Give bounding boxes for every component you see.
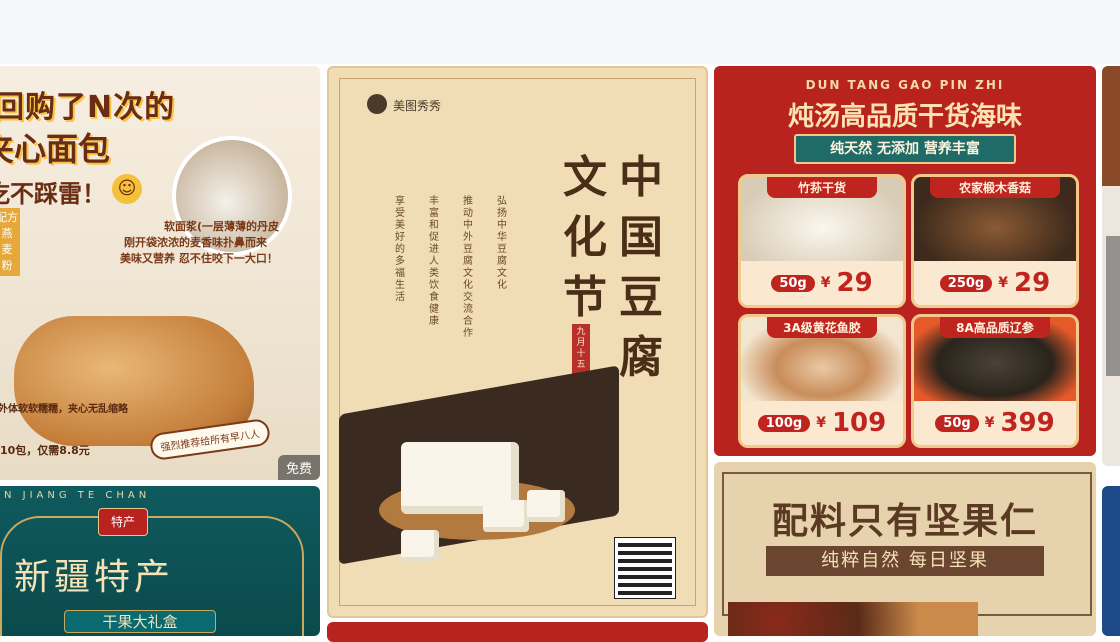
product-name: 8A高品质辽参 [940, 317, 1050, 338]
xinjiang-title: 新疆特产 [14, 557, 175, 598]
tofu-title-col2: 文化节 [563, 152, 607, 323]
side-tag: 配方 燕 麦 粉 [0, 208, 20, 276]
bread-title-line2: 夹心面包 [0, 130, 111, 168]
bread-desc-2: 刚开袋浓浓的麦香味扑鼻而来 [124, 236, 267, 249]
partial-image-lower [1106, 236, 1120, 376]
tofu-seal: 九月十五 [572, 324, 590, 374]
tofu-text-col-c: 丰富和促进人类饮食健康 [429, 196, 439, 327]
price-row: 50g ¥ 399 [914, 401, 1076, 445]
product-card-bamboo-fungus[interactable]: 竹荪干货 50g ¥ 29 [738, 174, 906, 308]
bread-bottom-2: 10包，仅需8.8元 [0, 444, 90, 457]
template-card-tofu[interactable]: 美图秀秀 中国豆腐 文化节 九月十五 弘扬中华豆腐文化 推动中外豆腐文化交流合作… [327, 66, 708, 618]
soup-title: 炖汤高品质干货海味 [787, 102, 1022, 132]
product-card-sea-cucumber[interactable]: 8A高品质辽参 50g ¥ 399 [911, 314, 1079, 448]
top-toolbar [0, 0, 1120, 64]
bread-title-line1: 回购了N次的 [0, 90, 176, 125]
partial-image [1102, 66, 1120, 186]
tofu-text-col-d: 享受美好的多福生活 [395, 196, 405, 303]
meitu-logo-text: 美图秀秀 [393, 99, 442, 113]
emoji-icon: ☺ [112, 174, 142, 204]
xinjiang-badge: 特产 [98, 508, 148, 536]
tofu-text-col-a: 弘扬中华豆腐文化 [497, 196, 507, 291]
soup-pinyin: DUN TANG GAO PIN ZHI [805, 78, 1005, 92]
tofu-title-col1: 中国豆腐 [619, 152, 663, 383]
product-name: 农家椴木香菇 [930, 177, 1060, 198]
product-card-shiitake[interactable]: 农家椴木香菇 250g ¥ 29 [911, 174, 1079, 308]
side-tag-label-2: 燕 [1, 227, 13, 240]
product-name: 3A级黄花鱼胶 [767, 317, 877, 338]
yen-sign: ¥ [998, 275, 1008, 291]
product-price: 109 [831, 408, 887, 438]
product-card-fish-maw[interactable]: 3A级黄花鱼胶 100g ¥ 109 [738, 314, 906, 448]
product-name: 竹荪干货 [767, 177, 877, 198]
product-price: 29 [836, 268, 873, 298]
price-row: 50g ¥ 29 [741, 261, 903, 305]
template-card-xinjiang[interactable]: N JIANG TE CHAN 特产 新疆特产 干果大礼盒 [0, 486, 320, 636]
template-card-soup[interactable]: DUN TANG GAO PIN ZHI 炖汤高品质干货海味 纯天然 无添加 营… [714, 66, 1096, 456]
price-row: 250g ¥ 29 [914, 261, 1076, 305]
bread-subtitle: 吃不踩雷！ [0, 180, 106, 208]
product-price: 399 [1000, 408, 1055, 438]
nuts-photo [728, 602, 978, 636]
yen-sign: ¥ [984, 415, 995, 431]
side-tag-label-1: 配方 [0, 211, 18, 224]
free-badge: 免费 [277, 455, 320, 480]
tofu-cube-2 [527, 490, 565, 522]
template-card-bread[interactable]: 回购了N次的 夹心面包 吃不踩雷！ ☺ 配方 燕 麦 粉 软面浆(一层薄薄的丹皮… [0, 66, 320, 480]
template-card-partial-right-2[interactable] [1102, 486, 1120, 636]
side-tag-label-4: 粉 [1, 259, 13, 272]
product-weight: 50g [935, 414, 979, 432]
product-weight: 250g [939, 274, 993, 292]
template-card-red-strip[interactable] [327, 622, 708, 642]
nuts-sub: 纯粹自然 每日坚果 [766, 546, 1044, 576]
soup-ribbon: 纯天然 无添加 营养丰富 [794, 134, 1016, 164]
yen-sign: ¥ [820, 275, 831, 291]
template-card-nuts[interactable]: 配料只有坚果仁 纯粹自然 每日坚果 [714, 462, 1096, 636]
bread-desc-1: 软面浆(一层薄薄的丹皮 [164, 220, 280, 233]
price-row: 100g ¥ 109 [741, 401, 903, 445]
qr-code-icon [614, 537, 676, 599]
template-card-partial-right[interactable] [1102, 66, 1120, 466]
product-weight: 100g [757, 414, 811, 432]
tofu-text-col-b: 推动中外豆腐文化交流合作 [463, 196, 473, 339]
bread-bottom-1: 外体软软糯糯，夹心无乱缩略 [0, 404, 128, 415]
yen-sign: ¥ [816, 415, 826, 431]
nuts-title: 配料只有坚果仁 [771, 500, 1038, 542]
tofu-cube-3 [401, 530, 439, 562]
meitu-logo-icon [367, 94, 387, 114]
side-tag-label-3: 麦 [1, 243, 13, 256]
tofu-cube-1 [483, 500, 529, 532]
product-price: 29 [1014, 268, 1051, 298]
product-weight: 50g [771, 274, 815, 292]
bread-desc-3: 美味又营养 忍不住咬下一大口！ [120, 252, 278, 265]
xinjiang-pinyin: N JIANG TE CHAN [4, 490, 151, 501]
